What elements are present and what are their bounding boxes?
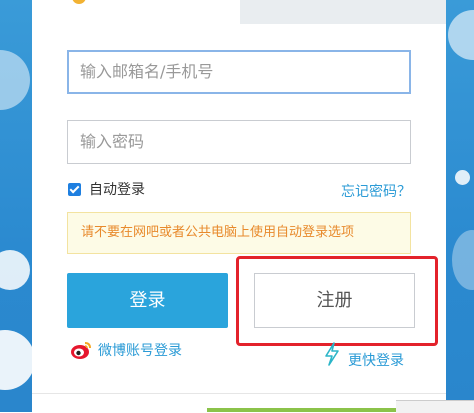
background-cloud bbox=[452, 230, 474, 290]
login-button[interactable]: 登录 bbox=[67, 273, 228, 328]
weibo-login-link[interactable]: 微博账号登录 bbox=[70, 340, 182, 360]
public-computer-warning: 请不要在网吧或者公共电脑上使用自动登录选项 bbox=[67, 212, 411, 254]
weibo-login-label: 微博账号登录 bbox=[98, 343, 182, 359]
fast-login-label: 更快登录 bbox=[348, 353, 404, 368]
tab-label bbox=[360, 0, 365, 5]
background-cloud bbox=[455, 170, 470, 185]
background-cloud bbox=[0, 250, 30, 290]
background-cloud bbox=[0, 330, 35, 390]
envelope-icon bbox=[72, 0, 86, 4]
background-cloud bbox=[0, 50, 30, 110]
auto-login-checkbox[interactable] bbox=[68, 182, 81, 196]
divider bbox=[32, 393, 446, 394]
login-panel: 输入邮箱名/手机号 输入密码 自动登录 忘记密码？ 请不要在网吧或者公共电脑上使… bbox=[32, 0, 446, 412]
weibo-icon bbox=[70, 340, 92, 360]
tab-label bbox=[96, 0, 101, 5]
auto-login-label: 自动登录 bbox=[89, 182, 145, 198]
login-tabs bbox=[32, 0, 446, 24]
corner-widget bbox=[396, 400, 474, 413]
lightning-icon bbox=[324, 342, 340, 366]
register-highlight-box bbox=[236, 256, 438, 346]
background-cloud bbox=[448, 10, 474, 60]
forgot-password-link[interactable]: 忘记密码？ bbox=[341, 181, 411, 201]
password-field[interactable]: 输入密码 bbox=[67, 120, 411, 164]
auto-login-row[interactable]: 自动登录 bbox=[68, 180, 145, 198]
tab-other-login[interactable] bbox=[240, 0, 446, 24]
fast-login-link[interactable]: 更快登录 bbox=[324, 340, 404, 368]
tab-account-login[interactable] bbox=[32, 0, 240, 24]
email-field[interactable]: 输入邮箱名/手机号 bbox=[67, 50, 411, 94]
bottom-banner bbox=[207, 408, 397, 412]
